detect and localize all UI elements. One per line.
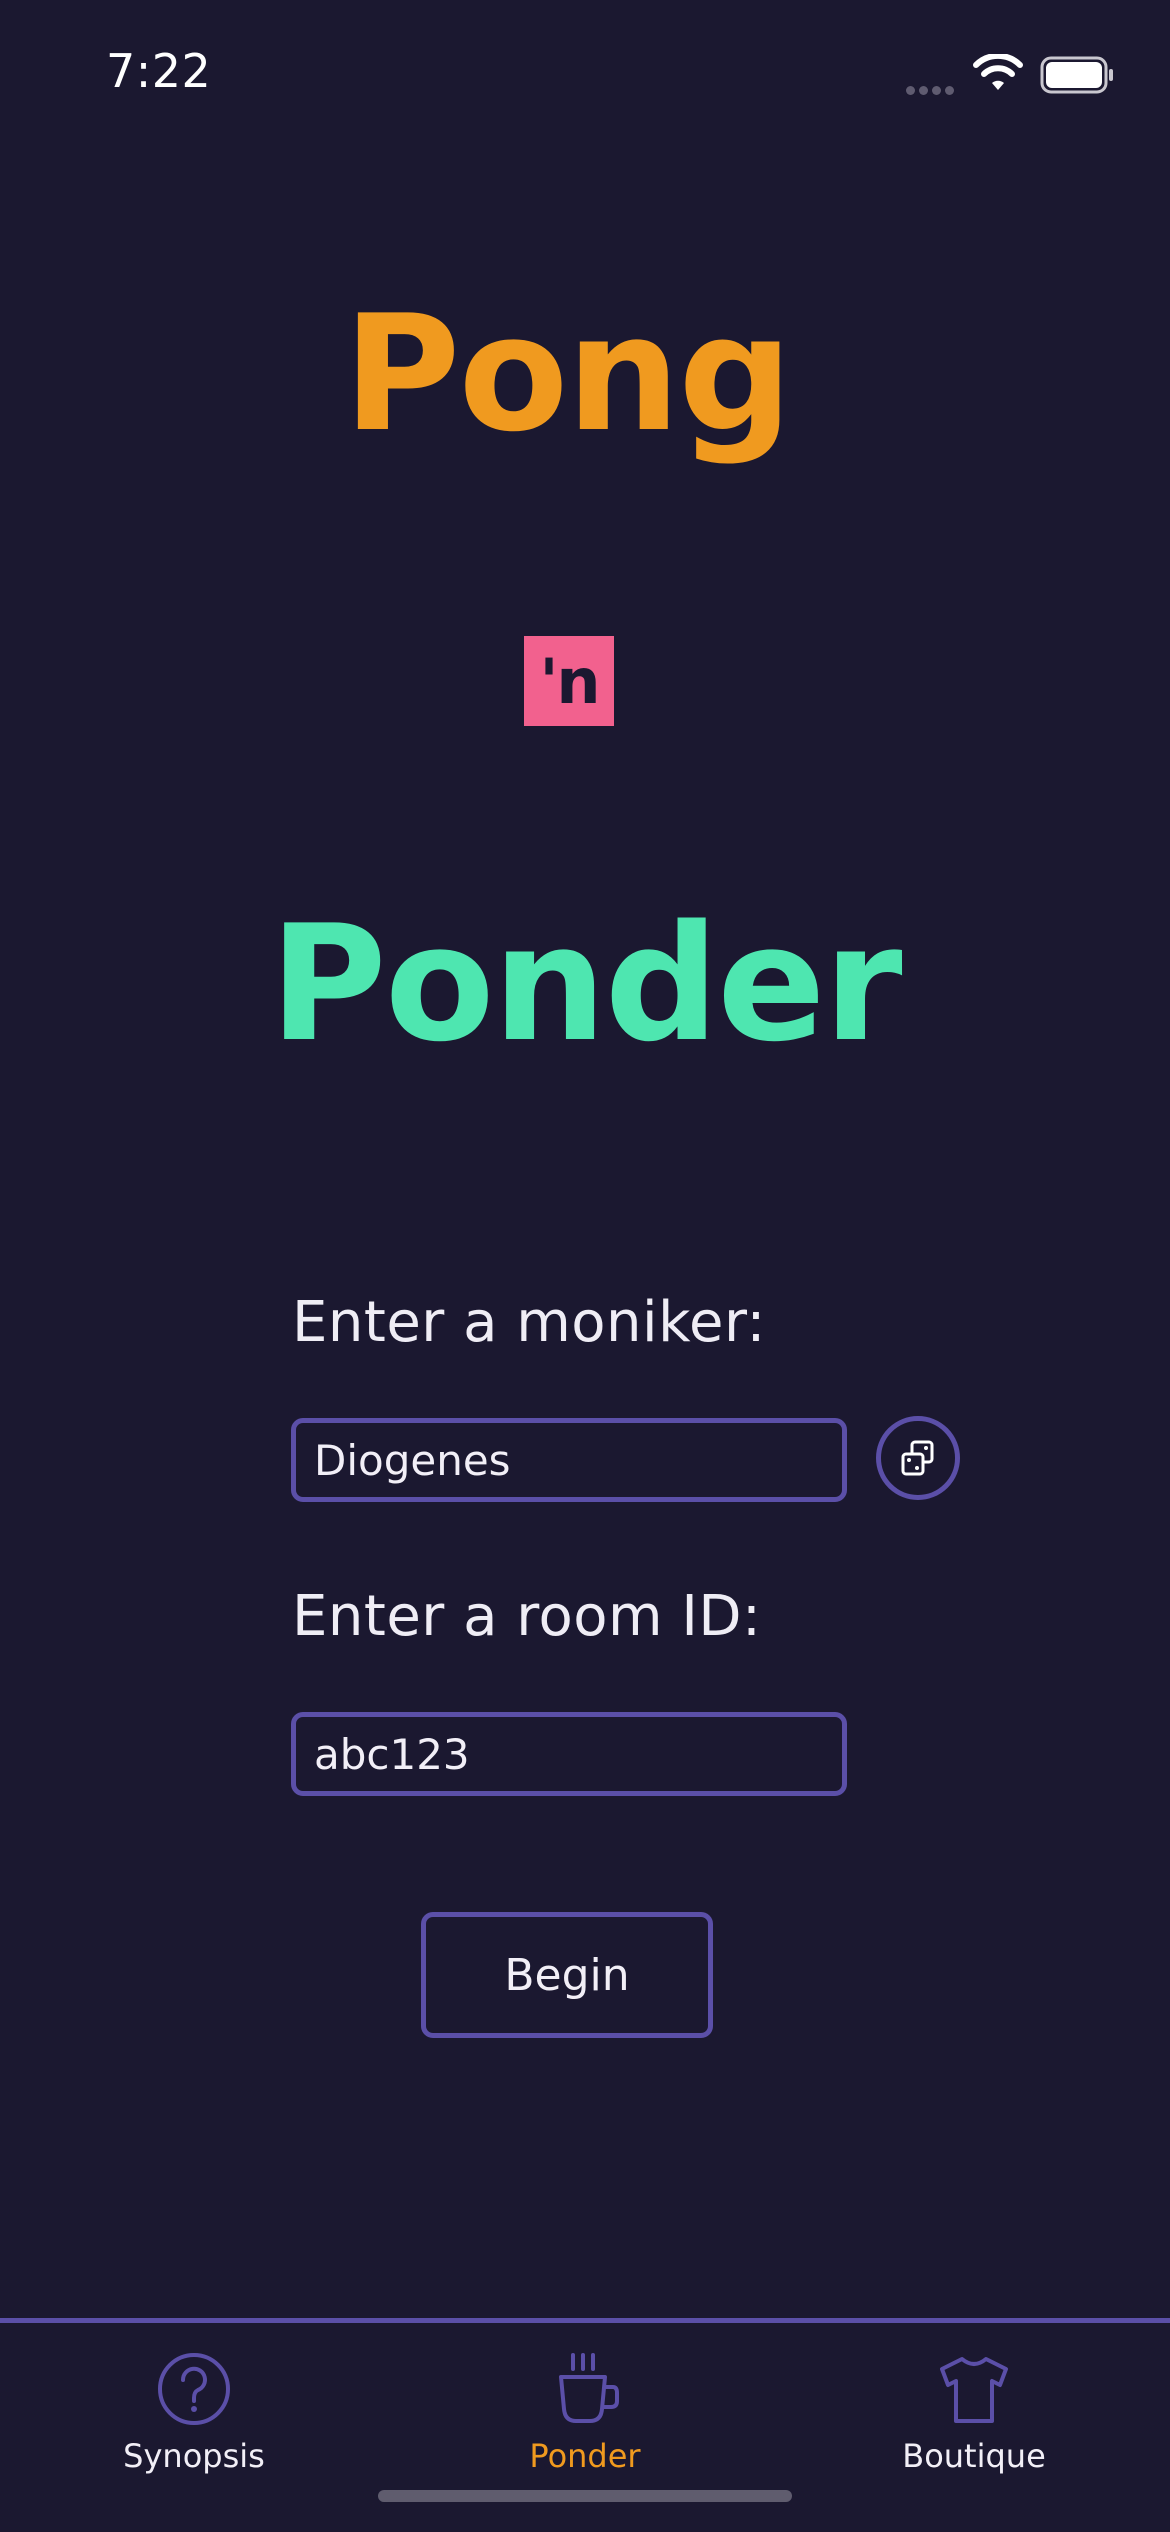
tab-label: Synopsis bbox=[123, 2437, 265, 2475]
question-circle-icon bbox=[158, 2353, 230, 2425]
status-time: 7:22 bbox=[106, 44, 212, 98]
room-id-label: Enter a room ID: bbox=[292, 1584, 762, 1649]
title-ponder: Ponder bbox=[269, 890, 902, 1077]
home-indicator[interactable] bbox=[378, 2490, 792, 2502]
tab-synopsis[interactable]: Synopsis bbox=[64, 2351, 324, 2475]
tab-label: Boutique bbox=[902, 2437, 1046, 2475]
cellular-signal-icon bbox=[906, 80, 958, 99]
moniker-input[interactable] bbox=[291, 1418, 847, 1502]
tab-boutique[interactable]: Boutique bbox=[844, 2351, 1104, 2475]
title-connector-badge: 'n bbox=[524, 636, 614, 726]
moniker-label: Enter a moniker: bbox=[292, 1290, 766, 1355]
wifi-icon bbox=[973, 54, 1023, 90]
battery-icon bbox=[1040, 56, 1113, 94]
tab-label: Ponder bbox=[529, 2437, 641, 2475]
coffee-cup-icon bbox=[559, 2353, 619, 2423]
dice-icon bbox=[901, 1440, 934, 1476]
room-id-input[interactable] bbox=[291, 1712, 847, 1796]
tab-ponder[interactable]: Ponder bbox=[455, 2351, 715, 2475]
begin-button[interactable]: Begin bbox=[421, 1912, 713, 2038]
tshirt-icon bbox=[940, 2357, 1008, 2423]
title-pong: Pong bbox=[343, 280, 793, 467]
randomize-moniker-button[interactable] bbox=[876, 1416, 960, 1500]
